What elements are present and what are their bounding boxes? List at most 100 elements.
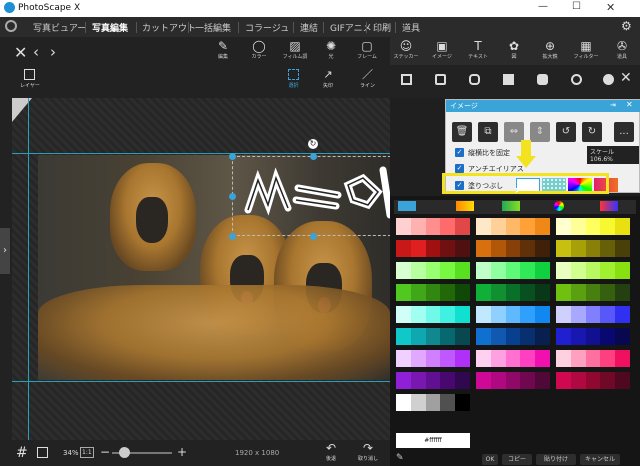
undo-button[interactable]: ↶ 後退 xyxy=(326,441,336,462)
hex-input[interactable]: #ffffff xyxy=(396,433,470,448)
duplicate-icon[interactable]: ⧉ xyxy=(478,122,498,142)
close-icon[interactable]: ✕ xyxy=(626,100,633,109)
round-square-shape-icon[interactable] xyxy=(469,74,480,85)
eyedropper-icon[interactable]: ✎ xyxy=(396,453,414,464)
pin-icon[interactable]: ⇥ xyxy=(610,101,616,109)
tool-tools[interactable]: ✇ 道具 xyxy=(608,39,636,65)
flip-vertical-icon[interactable]: ⇕ xyxy=(530,122,550,142)
mode-menu-bar: 写真ビュアー 写真編集 カットアウト 一括編集 コラージュ 連結 GIFアニメ … xyxy=(0,17,640,37)
app-title: PhotoScape X xyxy=(18,3,81,13)
rotate-handle-icon[interactable]: ↻ xyxy=(308,139,318,149)
palette-tab-green[interactable] xyxy=(502,201,520,211)
palette-tab-basic[interactable] xyxy=(398,201,416,211)
square-shape-icon[interactable] xyxy=(401,74,412,85)
tool-image[interactable]: ▣ イメージ xyxy=(428,39,456,65)
tool-magnifier[interactable]: ⊕ 拡大鏡 xyxy=(536,39,564,65)
tool-frame[interactable]: ▢ フレーム xyxy=(353,39,381,65)
panel-header: イメージ ⇥ ✕ xyxy=(446,100,640,112)
palette-tab-warm[interactable] xyxy=(456,201,474,211)
divider xyxy=(136,22,137,33)
tool-filter[interactable]: ▦ フィルター xyxy=(572,39,600,65)
highlight-box xyxy=(442,173,609,194)
text-icon: T xyxy=(474,39,482,53)
undo-icon: ↶ xyxy=(326,441,337,455)
tool-sticker[interactable]: ☺ ステッカー xyxy=(392,39,420,65)
zoom-out-icon[interactable]: − xyxy=(100,445,110,459)
flip-horizontal-icon[interactable]: ⇔ xyxy=(504,122,524,142)
gear-icon[interactable]: ⚙ xyxy=(621,19,632,33)
circle-shape-icon[interactable] xyxy=(571,74,582,85)
tool-color[interactable]: ◯ カラー xyxy=(245,39,273,65)
rotate-right-icon[interactable]: ↻ xyxy=(582,122,602,142)
prev-icon[interactable]: ‹ xyxy=(33,43,39,61)
cancel-button[interactable]: キャンセル xyxy=(580,454,620,465)
tab-photo-viewer[interactable]: 写真ビュアー xyxy=(33,21,86,34)
zoom-slider-handle[interactable] xyxy=(119,447,130,458)
resize-handle[interactable] xyxy=(229,153,236,160)
magnifier-icon: ⊕ xyxy=(544,39,556,53)
line-button[interactable]: ／ ライン xyxy=(360,69,375,89)
edit-toolbar: ✕ ‹ › ✎ 編集 ◯ カラー ▨ フィルム調 ✺ 光 ▢ フレーム ☺ ステッカー ▣ イ… xyxy=(0,19,640,65)
film-icon: ▨ xyxy=(289,39,301,53)
actual-size-button[interactable]: 1:1 xyxy=(80,447,94,458)
close-window-button[interactable]: ✕ xyxy=(606,1,615,14)
divider xyxy=(85,22,86,33)
layer-icon xyxy=(24,69,36,80)
swatch-column xyxy=(476,218,550,394)
expand-left-panel-button[interactable]: › xyxy=(0,228,10,274)
tool-film[interactable]: ▨ フィルム調 xyxy=(281,39,309,65)
palette-tab-wheel[interactable] xyxy=(554,201,564,211)
grid-icon[interactable]: # xyxy=(16,445,28,461)
minimize-button[interactable]: — xyxy=(538,1,548,12)
back-icon[interactable]: ✕ xyxy=(14,43,27,62)
mouse-cursor-icon: ➤ xyxy=(514,186,522,196)
resize-handle[interactable] xyxy=(310,153,317,160)
tab-photo-edit[interactable]: 写真編集 xyxy=(92,21,128,34)
rounded-square-shape-icon[interactable] xyxy=(435,74,446,85)
divider xyxy=(395,22,396,33)
more-button[interactable]: ... xyxy=(614,122,634,142)
aspect-ratio-label: 縦横比を固定 xyxy=(468,149,510,157)
copy-button[interactable]: コピー xyxy=(502,454,532,465)
tool-text[interactable]: T テキスト xyxy=(464,39,492,65)
zoom-in-icon[interactable]: + xyxy=(177,445,187,459)
layer-button[interactable]: レイヤー xyxy=(20,69,40,89)
resize-handle[interactable] xyxy=(229,193,236,200)
close-icon[interactable]: ✕ xyxy=(620,70,632,86)
compare-icon[interactable] xyxy=(37,447,48,458)
redo-button[interactable]: ↷ 取り消し xyxy=(358,441,378,462)
filled-rounded-square-shape-icon[interactable] xyxy=(537,74,548,85)
paste-button[interactable]: 貼り付け xyxy=(536,454,576,465)
next-icon[interactable]: › xyxy=(50,43,56,61)
resize-handle[interactable] xyxy=(310,233,317,240)
tab-tools[interactable]: 道具 xyxy=(402,21,420,34)
image-icon: ▣ xyxy=(436,39,448,53)
filled-circle-shape-icon[interactable] xyxy=(603,74,614,85)
tab-collage[interactable]: コラージュ xyxy=(245,21,289,34)
divider xyxy=(293,22,294,33)
ok-button[interactable]: OK xyxy=(482,454,498,465)
arrow-button[interactable]: ↗ 矢印 xyxy=(323,69,333,89)
filled-square-shape-icon[interactable] xyxy=(503,74,514,85)
tool-figure[interactable]: ✿ 図 xyxy=(500,39,528,65)
baboon-bodies xyxy=(38,285,390,380)
tab-print[interactable]: 印刷 xyxy=(373,21,391,34)
tab-combine[interactable]: 連結 xyxy=(300,21,318,34)
tool-light[interactable]: ✺ 光 xyxy=(317,39,345,65)
rotate-left-icon[interactable]: ↺ xyxy=(556,122,576,142)
select-button[interactable]: 選択 xyxy=(288,69,299,89)
guide-line xyxy=(12,153,406,154)
aspect-ratio-checkbox[interactable]: ✓ xyxy=(455,148,464,157)
light-icon: ✺ xyxy=(325,39,337,53)
search-icon[interactable] xyxy=(5,20,17,32)
frame-icon: ▢ xyxy=(361,39,373,53)
trash-icon[interactable]: 🗑 xyxy=(452,122,472,142)
resize-handle[interactable] xyxy=(229,233,236,240)
panel-gap xyxy=(390,98,445,196)
palette-tab-custom[interactable] xyxy=(600,201,618,211)
tool-edit[interactable]: ✎ 編集 xyxy=(209,39,237,65)
antialias-checkbox[interactable]: ✓ xyxy=(455,164,464,173)
tab-batch[interactable]: 一括編集 xyxy=(195,21,231,34)
edit-icon: ✎ xyxy=(217,39,229,53)
maximize-button[interactable]: ☐ xyxy=(572,1,581,12)
